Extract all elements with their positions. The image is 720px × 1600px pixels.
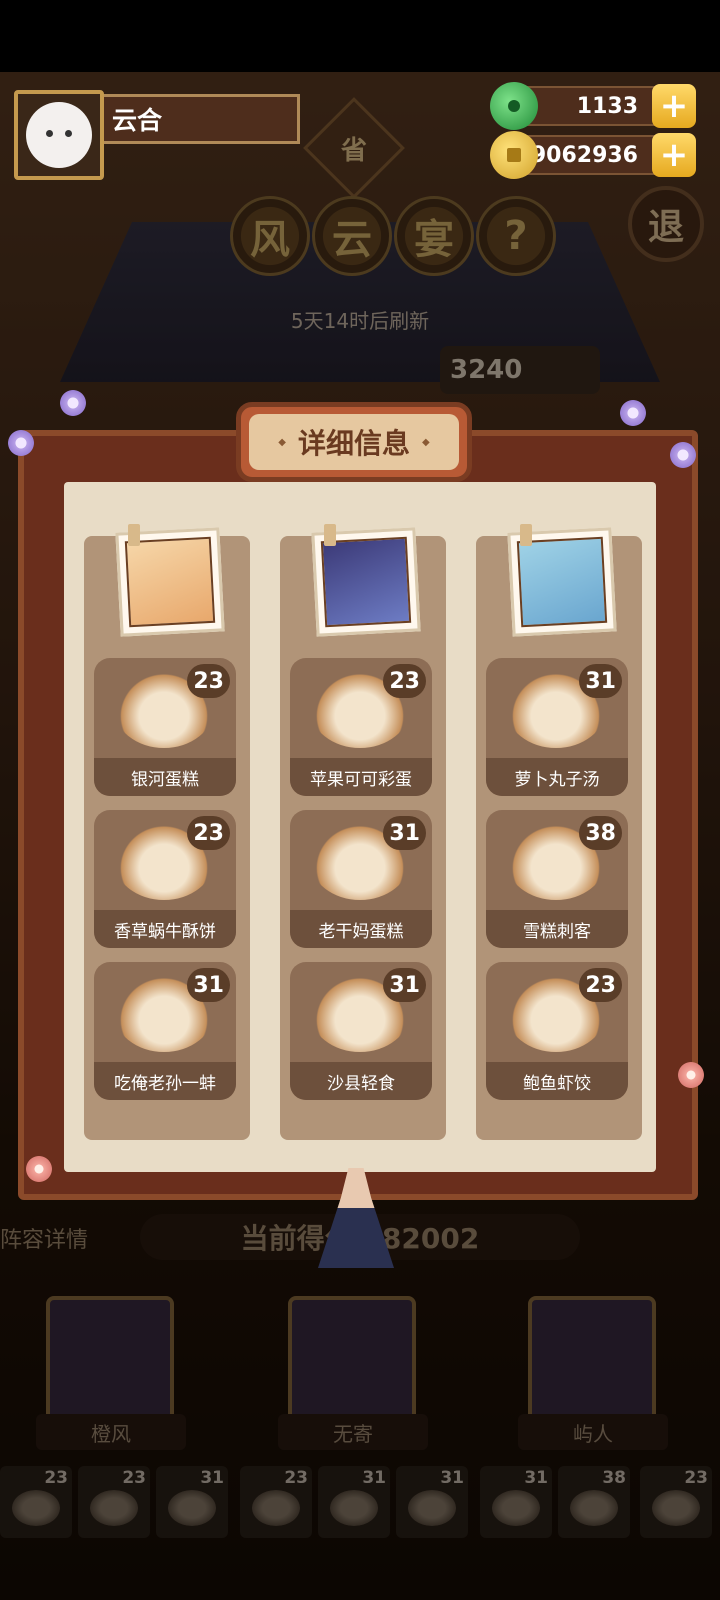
food-level: 31 — [579, 664, 622, 698]
food-level: 31 — [187, 968, 230, 1002]
strip-dish[interactable]: 23 — [0, 1466, 72, 1538]
food-level: 23 — [383, 664, 426, 698]
refresh-timer: 5天14时后刷新 — [290, 309, 430, 333]
strip-dish[interactable]: 31 — [318, 1466, 390, 1538]
food-name: 鲍鱼虾饺 — [486, 1062, 628, 1100]
food-name: 老干妈蛋糕 — [290, 910, 432, 948]
add-jade-button[interactable]: + — [652, 84, 696, 128]
food-level: 23 — [579, 968, 622, 1002]
detail-panel-title: 详细信息 — [249, 414, 459, 470]
detail-panel-header: 详细信息 — [236, 402, 472, 482]
flower-decoration — [6, 428, 36, 458]
dish-strip: 23 23 31 23 31 31 31 38 23 — [0, 1466, 720, 1540]
food-card[interactable]: 23 银河蛋糕 — [94, 658, 236, 796]
team-portrait-1[interactable] — [46, 1296, 174, 1422]
food-card[interactable]: 31 吃俺老孙一蚌 — [94, 962, 236, 1100]
strip-dish[interactable]: 38 — [558, 1466, 630, 1538]
jade-icon — [490, 82, 538, 130]
title-char-2: 云 — [312, 196, 392, 276]
food-level: 38 — [579, 816, 622, 850]
strip-dish[interactable]: 23 — [240, 1466, 312, 1538]
title-char-1: 风 — [230, 196, 310, 276]
strip-dish[interactable]: 23 — [640, 1466, 712, 1538]
quit-button[interactable]: 退 — [628, 186, 704, 262]
flower-decoration — [58, 388, 88, 418]
food-name: 香草蜗牛酥饼 — [94, 910, 236, 948]
food-level: 23 — [187, 816, 230, 850]
flower-decoration — [618, 398, 648, 428]
flower-decoration — [676, 1060, 706, 1090]
score-badge: 3240 — [440, 346, 600, 394]
jade-currency: 1133 + — [490, 82, 696, 130]
team-portrait-3[interactable] — [528, 1296, 656, 1422]
photo-clip-icon — [520, 524, 532, 546]
food-name: 苹果可可彩蛋 — [290, 758, 432, 796]
coin-currency: 99062936 + — [490, 131, 696, 179]
food-card[interactable]: 23 香草蜗牛酥饼 — [94, 810, 236, 948]
strip-dish[interactable]: 23 — [78, 1466, 150, 1538]
flower-decoration — [668, 440, 698, 470]
chef-column-1: 23 银河蛋糕 23 香草蜗牛酥饼 31 吃俺老孙一蚌 — [84, 524, 250, 1140]
food-card[interactable]: 23 苹果可可彩蛋 — [290, 658, 432, 796]
food-name: 吃俺老孙一蚌 — [94, 1062, 236, 1100]
team-name-2: 无寄 — [278, 1414, 428, 1450]
flower-decoration — [24, 1154, 54, 1184]
strip-dish[interactable]: 31 — [156, 1466, 228, 1538]
food-name: 银河蛋糕 — [94, 758, 236, 796]
photo-clip-icon — [324, 524, 336, 546]
strip-dish[interactable]: 31 — [396, 1466, 468, 1538]
chef-column-3: 31 萝卜丸子汤 38 雪糕刺客 23 鲍鱼虾饺 — [476, 524, 642, 1140]
lineup-details-label[interactable]: 阵容详情 — [0, 1222, 88, 1254]
province-sign-label: 省 — [340, 135, 367, 166]
team-portrait-2[interactable] — [288, 1296, 416, 1422]
food-name: 雪糕刺客 — [486, 910, 628, 948]
player-name: 云合 — [104, 94, 300, 144]
food-level: 23 — [187, 664, 230, 698]
add-coin-button[interactable]: + — [652, 133, 696, 177]
chef-column-2: 23 苹果可可彩蛋 31 老干妈蛋糕 31 沙县轻食 — [280, 524, 446, 1140]
food-name: 沙县轻食 — [290, 1062, 432, 1100]
coin-icon — [490, 131, 538, 179]
food-level: 31 — [383, 968, 426, 1002]
food-card[interactable]: 23 鲍鱼虾饺 — [486, 962, 628, 1100]
cat-avatar-icon — [26, 102, 92, 168]
food-card[interactable]: 31 萝卜丸子汤 — [486, 658, 628, 796]
title-char-3: 宴 — [394, 196, 474, 276]
team-name-1: 橙风 — [36, 1414, 186, 1450]
strip-dish[interactable]: 31 — [480, 1466, 552, 1538]
player-avatar[interactable] — [14, 90, 104, 180]
food-card[interactable]: 38 雪糕刺客 — [486, 810, 628, 948]
food-card[interactable]: 31 老干妈蛋糕 — [290, 810, 432, 948]
team-name-3: 屿人 — [518, 1414, 668, 1450]
jade-amount: 1133 — [576, 93, 638, 119]
photo-clip-icon — [128, 524, 140, 546]
food-level: 31 — [383, 816, 426, 850]
help-button[interactable]: ? — [476, 196, 556, 276]
food-name: 萝卜丸子汤 — [486, 758, 628, 796]
food-card[interactable]: 31 沙县轻食 — [290, 962, 432, 1100]
